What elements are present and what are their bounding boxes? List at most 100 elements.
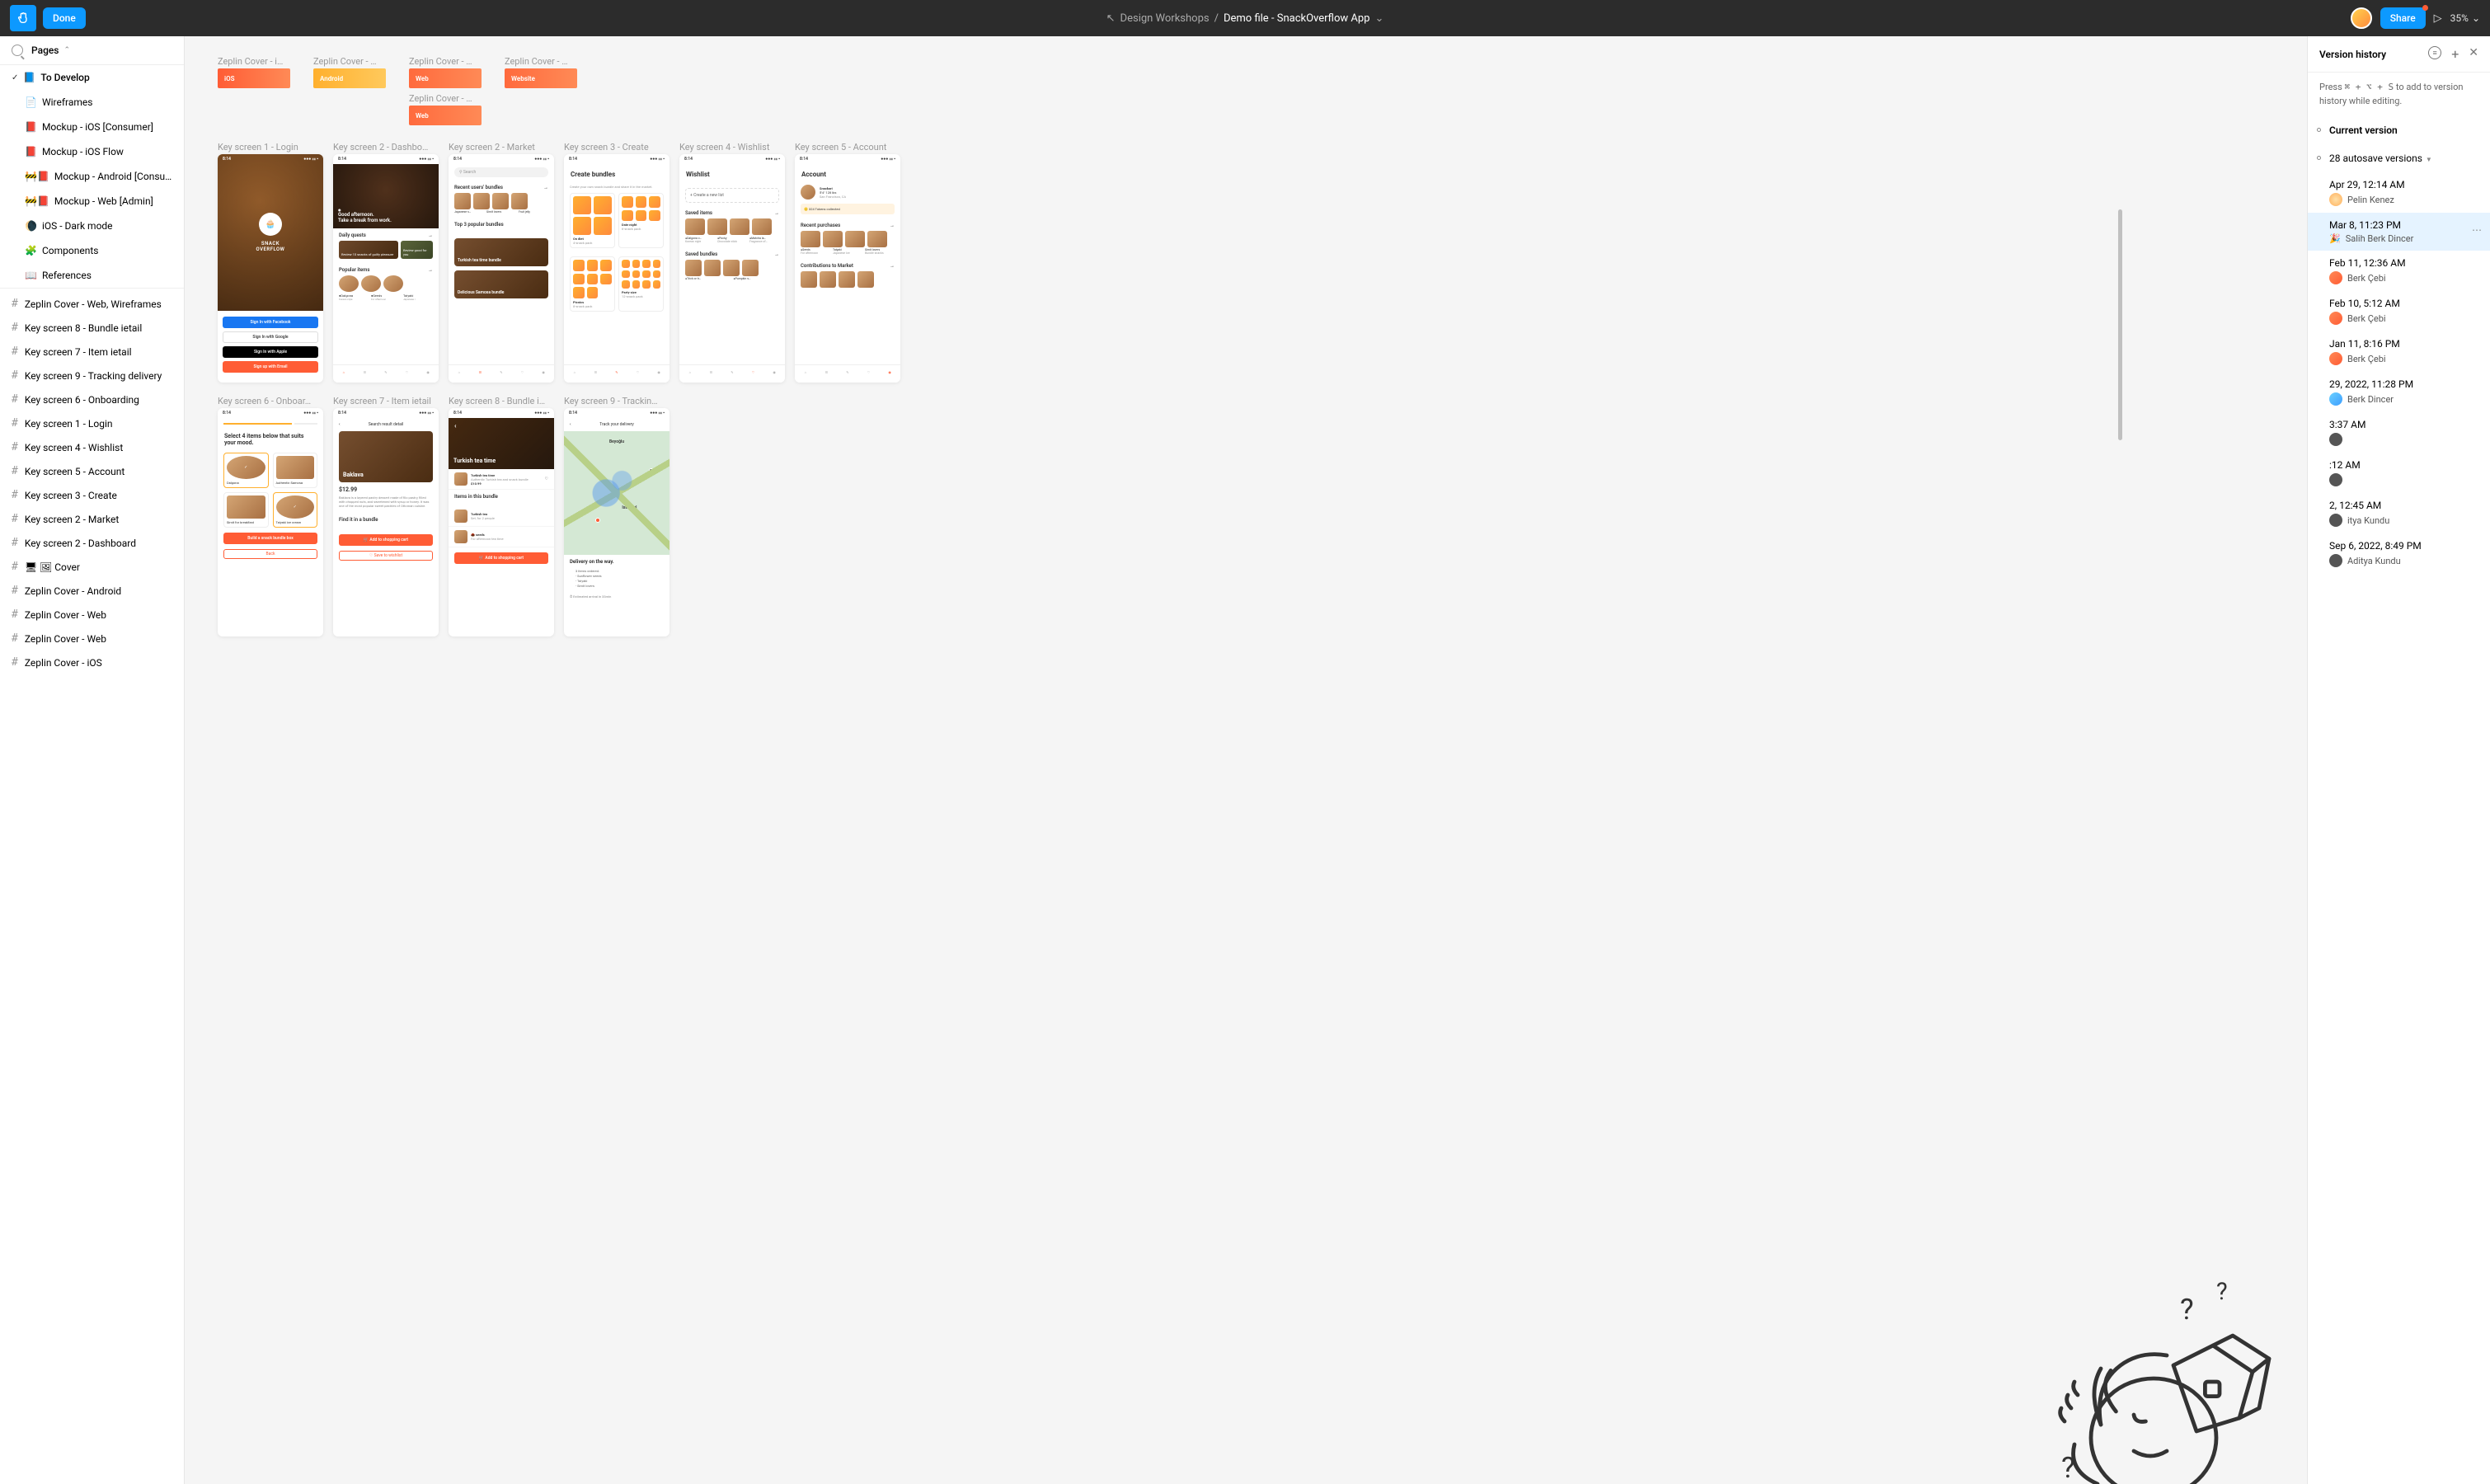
frame-icon: # bbox=[12, 417, 18, 430]
share-button[interactable]: Share bbox=[2380, 7, 2426, 29]
frame-icon: # bbox=[12, 608, 18, 621]
svg-text:?: ? bbox=[2061, 1450, 2075, 1484]
cover-frame[interactable]: Zeplin Cover - i…iOS bbox=[218, 56, 290, 88]
frame-icon: # bbox=[12, 537, 18, 549]
pages-header[interactable]: Pages ⌃ bbox=[0, 36, 184, 65]
version-item[interactable]: Feb 11, 12:36 AMBerk Çebi bbox=[2308, 251, 2490, 291]
left-sidebar: Pages ⌃ ✓📘To Develop📄Wireframes📕Mockup -… bbox=[0, 36, 185, 1484]
screen-frame[interactable]: Key screen 1 - Login8:14●●● ⚏ ▪🧁SNACKOVE… bbox=[218, 142, 323, 383]
canvas[interactable]: Zeplin Cover - i…iOS Zeplin Cover - …Andr… bbox=[185, 36, 2307, 1484]
screens-row-2: Key screen 6 - Onboar…8:14●●● ⚏ ▪Select … bbox=[218, 396, 2274, 636]
scrollbar[interactable] bbox=[2118, 209, 2122, 440]
done-button[interactable]: Done bbox=[43, 7, 86, 29]
frame-icon: # bbox=[12, 441, 18, 453]
plus-icon[interactable]: + bbox=[2451, 46, 2459, 62]
frame-icon: # bbox=[12, 298, 18, 310]
screen-frame[interactable]: Key screen 9 - Trackin…8:14●●● ⚏ ▪‹Track… bbox=[564, 396, 669, 636]
avatar[interactable] bbox=[2351, 7, 2372, 29]
panel-title: Version history bbox=[2319, 49, 2422, 60]
close-icon[interactable]: ✕ bbox=[2469, 46, 2478, 62]
frame-icon: # bbox=[12, 322, 18, 334]
version-item[interactable]: :12 AM bbox=[2308, 453, 2490, 493]
frame-icon: # bbox=[12, 393, 18, 406]
page-item[interactable]: 📕Mockup - iOS Flow bbox=[0, 139, 184, 164]
page-item[interactable]: 🚧📕Mockup - Web [Admin] bbox=[0, 189, 184, 214]
keyboard-hint: Press ⌘ + ⌥ + S to add to version histor… bbox=[2308, 73, 2490, 116]
frame-icon: # bbox=[12, 656, 18, 669]
version-item[interactable]: Sep 6, 2022, 8:49 PMAditya Kundu bbox=[2308, 533, 2490, 574]
autosave-row[interactable]: 28 autosave versions▼ bbox=[2308, 144, 2490, 172]
cover-frame[interactable]: Zeplin Cover - …Android bbox=[313, 56, 386, 88]
frame-item[interactable]: #Zeplin Cover - Web bbox=[0, 603, 184, 627]
frame-icon: # bbox=[12, 561, 18, 573]
screen-frame[interactable]: Key screen 3 - Create8:14●●● ⚏ ▪Create b… bbox=[564, 142, 669, 383]
page-item[interactable]: 📕Mockup - iOS [Consumer] bbox=[0, 115, 184, 139]
screens-row-1: Key screen 1 - Login8:14●●● ⚏ ▪🧁SNACKOVE… bbox=[218, 142, 2274, 383]
chevron-up-icon: ⌃ bbox=[63, 46, 70, 54]
frame-item[interactable]: #🖥 🖼 Cover bbox=[0, 555, 184, 579]
frame-item[interactable]: #Key screen 7 - Item ietail bbox=[0, 340, 184, 364]
frame-icon: # bbox=[12, 369, 18, 382]
frame-icon: # bbox=[12, 489, 18, 501]
more-icon[interactable]: ⋯ bbox=[2472, 224, 2482, 236]
breadcrumb[interactable]: ↖ Design Workshops / Demo file - SnackOv… bbox=[1106, 12, 1384, 25]
version-item[interactable]: Jan 11, 8:16 PMBerk Çebi bbox=[2308, 331, 2490, 372]
frame-item[interactable]: #Key screen 2 - Market bbox=[0, 507, 184, 531]
screen-frame[interactable]: Key screen 5 - Account8:14●●● ⚏ ▪Account… bbox=[795, 142, 900, 383]
page-item[interactable]: 🌘iOS - Dark mode bbox=[0, 214, 184, 238]
frame-item[interactable]: #Key screen 2 - Dashboard bbox=[0, 531, 184, 555]
svg-text:?: ? bbox=[2216, 1278, 2228, 1306]
page-item[interactable]: ✓📘To Develop bbox=[0, 65, 184, 90]
screen-frame[interactable]: Key screen 2 - Market8:14●●● ⚏ ▪⚲ Search… bbox=[449, 142, 554, 383]
frame-item[interactable]: #Key screen 4 - Wishlist bbox=[0, 435, 184, 459]
filter-icon[interactable]: ≡ bbox=[2428, 46, 2441, 59]
page-item[interactable]: 📖References bbox=[0, 263, 184, 288]
screen-frame[interactable]: Key screen 7 - Item ietail8:14●●● ⚏ ▪‹Se… bbox=[333, 396, 439, 636]
frame-item[interactable]: #Key screen 3 - Create bbox=[0, 483, 184, 507]
back-arrow-icon: ↖ bbox=[1106, 12, 1116, 25]
frame-item[interactable]: #Zeplin Cover - Web bbox=[0, 627, 184, 650]
frame-item[interactable]: #Zeplin Cover - iOS bbox=[0, 650, 184, 674]
current-version-row[interactable]: Current version bbox=[2308, 116, 2490, 144]
frame-icon: # bbox=[12, 345, 18, 358]
svg-text:?: ? bbox=[2180, 1292, 2194, 1327]
frame-item[interactable]: #Key screen 5 - Account bbox=[0, 459, 184, 483]
play-icon[interactable]: ▷ bbox=[2434, 12, 2442, 25]
cover-row: Zeplin Cover - i…iOS Zeplin Cover - …Andr… bbox=[218, 56, 2274, 88]
version-item[interactable]: 3:37 AM bbox=[2308, 412, 2490, 453]
screen-frame[interactable]: Key screen 6 - Onboar…8:14●●● ⚏ ▪Select … bbox=[218, 396, 323, 636]
frame-item[interactable]: #Zeplin Cover - Web, Wireframes bbox=[0, 292, 184, 316]
frame-item[interactable]: #Key screen 8 - Bundle ietail bbox=[0, 316, 184, 340]
page-item[interactable]: 📄Wireframes bbox=[0, 90, 184, 115]
version-item[interactable]: 29, 2022, 11:28 PMBerk Dincer bbox=[2308, 372, 2490, 412]
doodle-illustration: ? ? ? bbox=[2035, 1253, 2299, 1484]
search-icon[interactable] bbox=[12, 45, 23, 56]
frame-item[interactable]: #Key screen 6 - Onboarding bbox=[0, 387, 184, 411]
version-item[interactable]: 2, 12:45 AMitya Kundu bbox=[2308, 493, 2490, 533]
version-history-panel: Version history ≡ + ✕ Press ⌘ + ⌥ + S to… bbox=[2307, 36, 2490, 1484]
screen-frame[interactable]: Key screen 4 - Wishlist8:14●●● ⚏ ▪Wishli… bbox=[679, 142, 785, 383]
frame-icon: # bbox=[12, 513, 18, 525]
frame-icon: # bbox=[12, 585, 18, 597]
check-icon: ✓ bbox=[12, 73, 18, 82]
frame-icon: # bbox=[12, 465, 18, 477]
frame-item[interactable]: #Key screen 9 - Tracking delivery bbox=[0, 364, 184, 387]
frame-item[interactable]: #Zeplin Cover - Android bbox=[0, 579, 184, 603]
frame-item[interactable]: #Key screen 1 - Login bbox=[0, 411, 184, 435]
chevron-down-icon[interactable] bbox=[1374, 12, 1384, 25]
version-item[interactable]: Feb 10, 5:12 AMBerk Çebi bbox=[2308, 291, 2490, 331]
page-item[interactable]: 🧩Components bbox=[0, 238, 184, 263]
version-item[interactable]: Mar 8, 11:23 PM🎉Salih Berk Dincer⋯ bbox=[2308, 213, 2490, 251]
cover-frame[interactable]: Zeplin Cover - …Website bbox=[505, 56, 577, 88]
hand-tool[interactable] bbox=[10, 5, 36, 31]
frame-icon: # bbox=[12, 632, 18, 645]
chevron-down-icon bbox=[2472, 12, 2480, 24]
version-item[interactable]: Apr 29, 12:14 AMPelin Kenez bbox=[2308, 172, 2490, 213]
screen-frame[interactable]: Key screen 8 - Bundle i…8:14●●● ⚏ ▪‹Turk… bbox=[449, 396, 554, 636]
cover-frame[interactable]: Zeplin Cover - …Web bbox=[409, 56, 482, 88]
page-item[interactable]: 🚧📕Mockup - Android [Consu… bbox=[0, 164, 184, 189]
file-name[interactable]: Demo file - SnackOverflow App bbox=[1224, 12, 1370, 25]
screen-frame[interactable]: Key screen 2 - Dashbo…8:14●●● ⚏ ▪◉ Good … bbox=[333, 142, 439, 383]
cover-frame[interactable]: Zeplin Cover - …Web bbox=[409, 93, 482, 125]
zoom-control[interactable]: 35% bbox=[2450, 12, 2480, 24]
